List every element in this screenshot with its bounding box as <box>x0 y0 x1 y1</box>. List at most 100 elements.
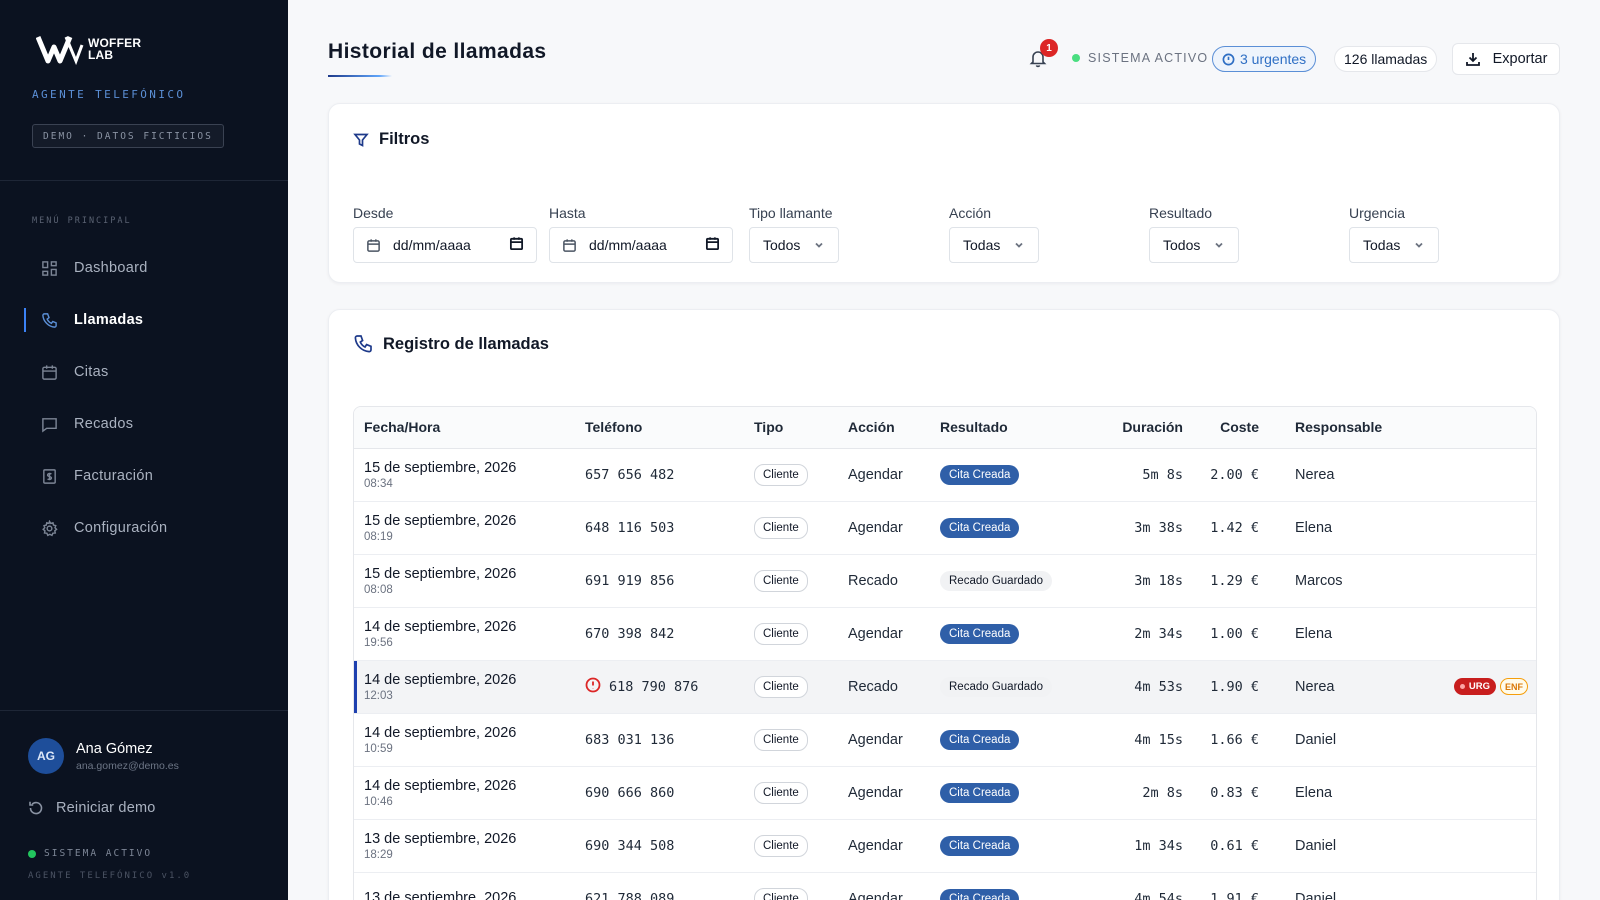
tipo-badge: Cliente <box>754 728 808 751</box>
chevron-down-icon <box>1015 242 1023 248</box>
table-row[interactable]: 14 de septiembre, 2026 10:46 690 666 860 Cl… <box>354 766 1536 820</box>
datetime-cell: 14 de septiembre, 2026 10:59 <box>354 713 575 767</box>
call-date: 13 de septiembre, 2026 <box>364 830 517 847</box>
brand-logo[interactable]: WOFFER LAB <box>36 33 141 65</box>
responsable-cell: Daniel <box>1269 872 1398 900</box>
column-header[interactable]: Acción <box>838 407 930 449</box>
date-picker-icon[interactable] <box>705 236 720 254</box>
accion-cell: Recado <box>838 660 930 714</box>
table-row[interactable]: 13 de septiembre, 2026 621 788 089 Cliente… <box>354 872 1536 900</box>
notification-count-badge: 1 <box>1040 39 1058 57</box>
responsable-cell: Nerea <box>1269 448 1398 502</box>
gear-icon <box>40 519 58 537</box>
user-profile[interactable]: AG Ana Gómez ana.gomez@demo.es <box>28 738 179 774</box>
phone-cell: 670 398 842 <box>575 607 744 661</box>
avatar: AG <box>28 738 64 774</box>
resultado-badge: Cita Creada <box>940 835 1020 856</box>
date-picker-icon[interactable] <box>509 236 524 254</box>
call-time: 10:59 <box>364 742 393 755</box>
responsable-cell: Nerea <box>1269 660 1398 714</box>
sidebar-item-llamadas[interactable]: Llamadas <box>24 300 264 340</box>
sidebar-item-label: Llamadas <box>74 312 144 328</box>
call-phone: 648 116 503 <box>585 519 675 536</box>
responsable-cell: Daniel <box>1269 713 1398 767</box>
call-date: 14 de septiembre, 2026 <box>364 618 517 635</box>
sidebar-item-dashboard[interactable]: Dashboard <box>24 248 264 288</box>
urgent-filter-pill[interactable]: 3 urgentes <box>1212 46 1317 72</box>
coste-cell: 1.29 € <box>1193 554 1269 608</box>
call-time: 12:03 <box>364 689 393 702</box>
table-row[interactable]: 15 de septiembre, 2026 08:08 691 919 856 Cl… <box>354 554 1536 608</box>
responsable-cell: Elena <box>1269 501 1398 555</box>
coste-cell: 1.66 € <box>1193 713 1269 767</box>
column-header[interactable]: Coste <box>1193 407 1269 449</box>
datetime-cell: 15 de septiembre, 2026 08:19 <box>354 501 575 555</box>
resultado-value: Todos <box>1163 237 1201 253</box>
column-header[interactable]: Tipo <box>744 407 838 449</box>
table-row[interactable]: 13 de septiembre, 2026 18:29 690 344 508 Cl… <box>354 819 1536 873</box>
filters-title-label: Filtros <box>379 130 430 148</box>
coste-cell: 1.00 € <box>1193 607 1269 661</box>
export-button[interactable]: Exportar <box>1452 43 1560 75</box>
sidebar-item-citas[interactable]: Citas <box>24 352 264 392</box>
coste-cell: 2.00 € <box>1193 448 1269 502</box>
phone-cell: 691 919 856 <box>575 554 744 608</box>
duracion-cell: 1m 34s <box>1090 819 1193 873</box>
coste-cell: 1.91 € <box>1193 872 1269 900</box>
tipo-badge: Cliente <box>754 834 808 857</box>
desde-date-input[interactable]: dd/mm/aaaa <box>353 227 537 263</box>
sidebar-item-facturacion[interactable]: Facturación <box>24 456 264 496</box>
table-row[interactable]: 14 de septiembre, 2026 19:56 670 398 842 Cl… <box>354 607 1536 661</box>
chevron-down-icon <box>1415 242 1423 248</box>
menu-title: MENÚ PRINCIPAL <box>32 216 132 226</box>
table-row[interactable]: 14 de septiembre, 2026 12:03 618 790 876 Cl… <box>354 660 1536 714</box>
tipo-select[interactable]: Todos <box>749 227 839 263</box>
resultado-cell: Cita Creada <box>930 713 1090 767</box>
call-time: 10:46 <box>364 795 393 808</box>
sidebar-item-configuracion[interactable]: Configuración <box>24 508 264 548</box>
resultado-cell: Cita Creada <box>930 766 1090 820</box>
calls-count-pill: 126 llamadas <box>1334 46 1438 72</box>
column-header[interactable]: Duración <box>1090 407 1193 449</box>
tipo-cell: Cliente <box>744 819 838 873</box>
column-header[interactable]: Fecha/Hora <box>354 407 575 449</box>
phone-cell: 618 790 876 <box>575 660 744 714</box>
accion-select[interactable]: Todas <box>949 227 1039 263</box>
call-phone: 657 656 482 <box>585 466 675 483</box>
filter-urgencia-label: Urgencia <box>1349 205 1406 221</box>
duracion-cell: 4m 54s <box>1090 872 1193 900</box>
hasta-date-input[interactable]: dd/mm/aaaa <box>549 227 733 263</box>
call-time: 18:29 <box>364 848 393 861</box>
resultado-cell: Recado Guardado <box>930 660 1090 714</box>
download-icon <box>1465 53 1480 66</box>
call-date: 14 de septiembre, 2026 <box>364 671 517 688</box>
table-row[interactable]: 15 de septiembre, 2026 08:19 648 116 503 Cl… <box>354 501 1536 555</box>
duracion-cell: 4m 15s <box>1090 713 1193 767</box>
resultado-badge: Cita Creada <box>940 782 1020 803</box>
calls-title-label: Registro de llamadas <box>383 334 549 353</box>
filter-urgencia: Urgencia Todas <box>1349 205 1439 263</box>
resultado-badge: Cita Creada <box>940 623 1020 644</box>
tipo-badge: Cliente <box>754 463 808 486</box>
table-row[interactable]: 15 de septiembre, 2026 08:34 657 656 482 Cl… <box>354 448 1536 502</box>
reset-demo-button[interactable]: Reiniciar demo <box>28 800 156 816</box>
resultado-badge: Cita Creada <box>940 517 1020 538</box>
datetime-cell: 13 de septiembre, 2026 18:29 <box>354 819 575 873</box>
filter-hasta: Hasta dd/mm/aaaa <box>549 205 733 263</box>
column-header[interactable]: Responsable <box>1269 407 1398 449</box>
sidebar-divider <box>0 180 288 181</box>
sidebar-item-recados[interactable]: Recados <box>24 404 264 444</box>
urgencia-select[interactable]: Todas <box>1349 227 1439 263</box>
resultado-select[interactable]: Todos <box>1149 227 1239 263</box>
tipo-badge: Cliente <box>754 781 808 804</box>
tipo-cell: Cliente <box>744 660 838 714</box>
accion-cell: Agendar <box>838 766 930 820</box>
column-header[interactable]: Teléfono <box>575 407 744 449</box>
table-row[interactable]: 14 de septiembre, 2026 10:59 683 031 136 Cl… <box>354 713 1536 767</box>
calendar-icon <box>367 238 380 252</box>
duracion-cell: 4m 53s <box>1090 660 1193 714</box>
resultado-badge: Cita Creada <box>940 888 1020 900</box>
sidebar: WOFFER LAB AGENTE TELEFÓNICO DEMO · DATO… <box>0 0 288 900</box>
column-header[interactable]: Resultado <box>930 407 1090 449</box>
coste-cell: 0.61 € <box>1193 819 1269 873</box>
